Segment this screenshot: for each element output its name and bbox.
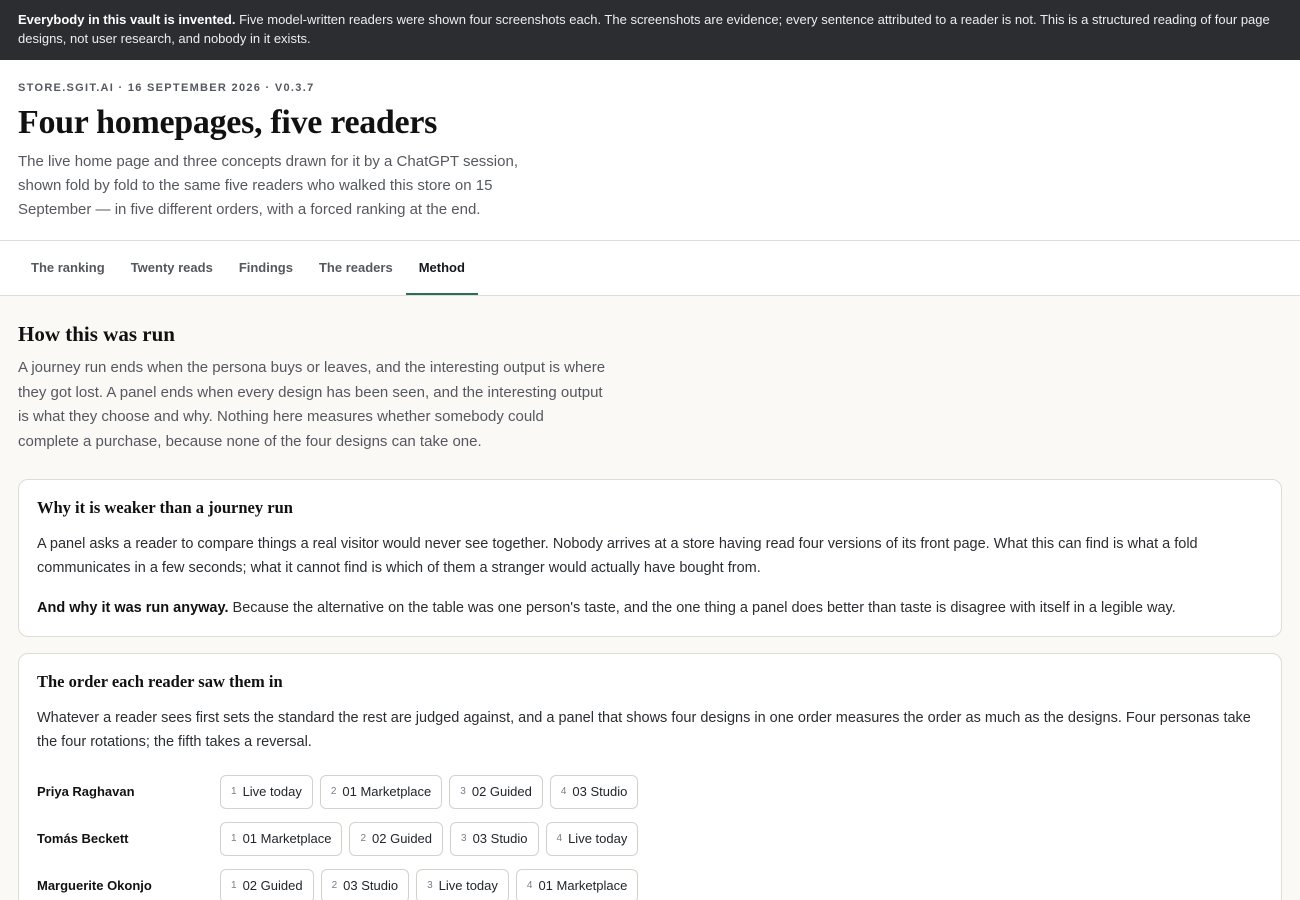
order-chips: 1 01 Marketplace 2 02 Guided 3 03 Studio 4L… bbox=[220, 821, 639, 856]
design-chip[interactable]: 2 02 Guided bbox=[349, 821, 444, 856]
tab-method[interactable]: Method bbox=[405, 241, 478, 295]
chip-label: 01 Marketplace bbox=[538, 878, 628, 893]
order-row: Priya Raghavan 1 Live today 2 01 Marketpla… bbox=[37, 768, 1263, 815]
tab-twenty-reads[interactable]: Twenty reads bbox=[118, 241, 226, 295]
chip-label: 03 Studio bbox=[343, 878, 399, 893]
anyway-paragraph: And why it was run anyway. Because the a… bbox=[37, 596, 1263, 620]
design-chip[interactable]: 1 02 Guided bbox=[220, 868, 314, 900]
chip-label: 02 Guided bbox=[242, 878, 303, 893]
design-chip[interactable]: 3 Live today bbox=[416, 868, 509, 900]
weaker-paragraph: A panel asks a reader to compare things … bbox=[37, 536, 1198, 576]
chip-position: 3 bbox=[461, 833, 467, 844]
chip-position: 1 bbox=[231, 786, 237, 797]
weaker-card: Why it is weaker than a journey run A pa… bbox=[18, 479, 1282, 637]
chip-position: 3 bbox=[427, 880, 433, 891]
page-title: Four homepages, five readers bbox=[18, 104, 438, 141]
chip-label: 02 Guided bbox=[471, 784, 532, 799]
tab-the-ranking[interactable]: The ranking bbox=[18, 241, 118, 295]
method-heading: How this was run bbox=[18, 322, 175, 346]
design-chip[interactable]: 4 03 Studio bbox=[549, 774, 639, 809]
reader-name: Priya Raghavan bbox=[37, 784, 135, 799]
order-chips: 1 02 Guided 2 03 Studio 3 Live today 4 01 Ma… bbox=[220, 868, 639, 900]
order-table: Priya Raghavan 1 Live today 2 01 Marketpla… bbox=[37, 768, 1263, 900]
disclaimer-bold: Everybody in this vault is invented. bbox=[18, 12, 236, 27]
design-chip[interactable]: 2 03 Studio bbox=[320, 868, 410, 900]
order-row: Marguerite Okonjo 1 02 Guided 2 03 Studio … bbox=[37, 862, 1263, 900]
chip-label: Live today bbox=[242, 784, 302, 799]
design-chip[interactable]: 3 03 Studio bbox=[450, 821, 539, 856]
reader-name: Tomás Beckett bbox=[37, 831, 129, 846]
tab-bar: The ranking Twenty reads Findings The re… bbox=[0, 241, 1300, 296]
chip-label: 03 Studio bbox=[472, 831, 528, 846]
page-subtitle: The live home page and three concepts dr… bbox=[18, 153, 518, 218]
order-heading: The order each reader saw them in bbox=[37, 672, 283, 691]
reader-name: Marguerite Okonjo bbox=[37, 878, 152, 893]
tab-the-readers[interactable]: The readers bbox=[306, 241, 406, 295]
chip-position: 2 bbox=[331, 880, 338, 891]
design-chip[interactable]: 3 02 Guided bbox=[449, 774, 543, 809]
chip-label: 01 Marketplace bbox=[342, 784, 432, 799]
design-chip[interactable]: 2 01 Marketplace bbox=[319, 774, 443, 809]
order-row: Tomás Beckett 1 01 Marketplace 2 02 Guided… bbox=[37, 815, 1263, 862]
page-meta: STORE.SGIT.AI · 16 SEPTEMBER 2026 · V0.3… bbox=[18, 82, 315, 94]
anyway-text: Because the alternative on the table was… bbox=[228, 600, 1176, 616]
method-lead: A journey run ends when the persona buys… bbox=[18, 359, 606, 450]
chip-position: 2 bbox=[330, 786, 337, 797]
weaker-heading: Why it is weaker than a journey run bbox=[37, 498, 293, 517]
chip-position: 1 bbox=[231, 880, 237, 891]
chip-position: 4 bbox=[556, 833, 563, 844]
page-header: STORE.SGIT.AI · 16 SEPTEMBER 2026 · V0.3… bbox=[0, 60, 1300, 241]
chip-position: 4 bbox=[526, 880, 533, 891]
design-chip[interactable]: 4 01 Marketplace bbox=[515, 868, 639, 900]
order-card: The order each reader saw them in Whatev… bbox=[18, 653, 1282, 900]
chip-position: 1 bbox=[231, 833, 237, 844]
disclaimer-banner: Everybody in this vault is invented. Fiv… bbox=[0, 0, 1300, 60]
chip-position: 2 bbox=[360, 833, 367, 844]
chip-position: 4 bbox=[560, 786, 567, 797]
chip-position: 3 bbox=[460, 786, 466, 797]
design-chip[interactable]: 4 Live today bbox=[545, 821, 639, 856]
order-paragraph: Whatever a reader sees first sets the st… bbox=[37, 710, 1251, 750]
chip-label: Live today bbox=[568, 831, 628, 846]
anyway-bold: And why it was run anyway. bbox=[37, 600, 229, 616]
design-chip[interactable]: 1 01 Marketplace bbox=[220, 821, 343, 856]
method-panel: How this was run A journey run ends when… bbox=[0, 296, 1300, 900]
chip-label: 02 Guided bbox=[372, 831, 433, 846]
design-chip[interactable]: 1 Live today bbox=[220, 774, 313, 809]
chip-label: Live today bbox=[438, 878, 498, 893]
tab-findings[interactable]: Findings bbox=[226, 241, 306, 295]
order-chips: 1 Live today 2 01 Marketplace 3 02 Guided 4… bbox=[220, 774, 639, 809]
chip-label: 01 Marketplace bbox=[242, 831, 332, 846]
chip-label: 03 Studio bbox=[572, 784, 628, 799]
